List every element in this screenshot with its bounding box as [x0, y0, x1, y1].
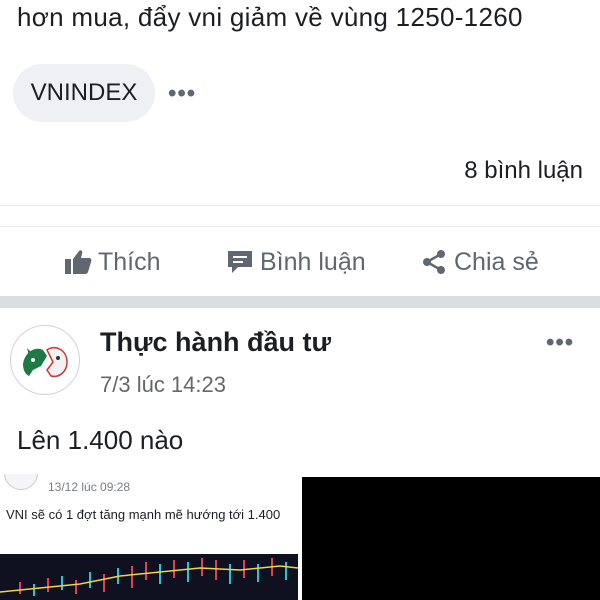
- post-text: Lên 1.400 nào: [17, 425, 184, 455]
- divider: [0, 205, 600, 206]
- share-button[interactable]: Chia sẻ: [420, 237, 539, 287]
- tag-more-icon[interactable]: •••: [168, 80, 196, 108]
- feed-separator: [0, 296, 600, 308]
- comment-label: Bình luận: [260, 247, 366, 276]
- post-card: hơn mua, đẩy vni giảm về vùng 1250-1260 …: [0, 0, 600, 296]
- tag-vnindex[interactable]: VNINDEX: [13, 64, 155, 122]
- embed-text: VNI sẽ có 1 đợt tăng mạnh mẽ hướng tới 1…: [6, 507, 281, 522]
- share-label: Chia sẻ: [454, 247, 539, 276]
- post-text: hơn mua, đẩy vni giảm về vùng 1250-1260: [17, 2, 523, 32]
- embedded-image[interactable]: 13/12 lúc 09:28 VNI sẽ có 1 đợt tăng mạn…: [0, 474, 298, 600]
- embedded-image-dark[interactable]: [302, 477, 600, 600]
- post-timestamp[interactable]: 7/3 lúc 14:23: [100, 372, 226, 398]
- thumbs-up-icon: [65, 250, 92, 274]
- divider: [0, 226, 600, 227]
- author-name[interactable]: Thực hành đầu tư: [100, 327, 331, 358]
- like-button[interactable]: Thích: [64, 237, 161, 287]
- embed-timestamp: 13/12 lúc 09:28: [48, 480, 131, 494]
- like-label: Thích: [98, 247, 161, 276]
- comment-icon: [228, 251, 252, 273]
- author-avatar[interactable]: [10, 325, 80, 395]
- comment-button[interactable]: Bình luận: [226, 237, 366, 287]
- post-more-icon[interactable]: •••: [546, 329, 574, 357]
- embed-avatar: [4, 474, 38, 490]
- comment-count[interactable]: 8 bình luận: [464, 157, 583, 185]
- bull-bear-logo: [12, 327, 78, 393]
- action-bar: Thích Bình luận Chia sẻ: [0, 237, 600, 287]
- candlestick-chart-graphic: [0, 558, 298, 596]
- embed-chart: [0, 554, 298, 600]
- share-icon: [423, 250, 445, 274]
